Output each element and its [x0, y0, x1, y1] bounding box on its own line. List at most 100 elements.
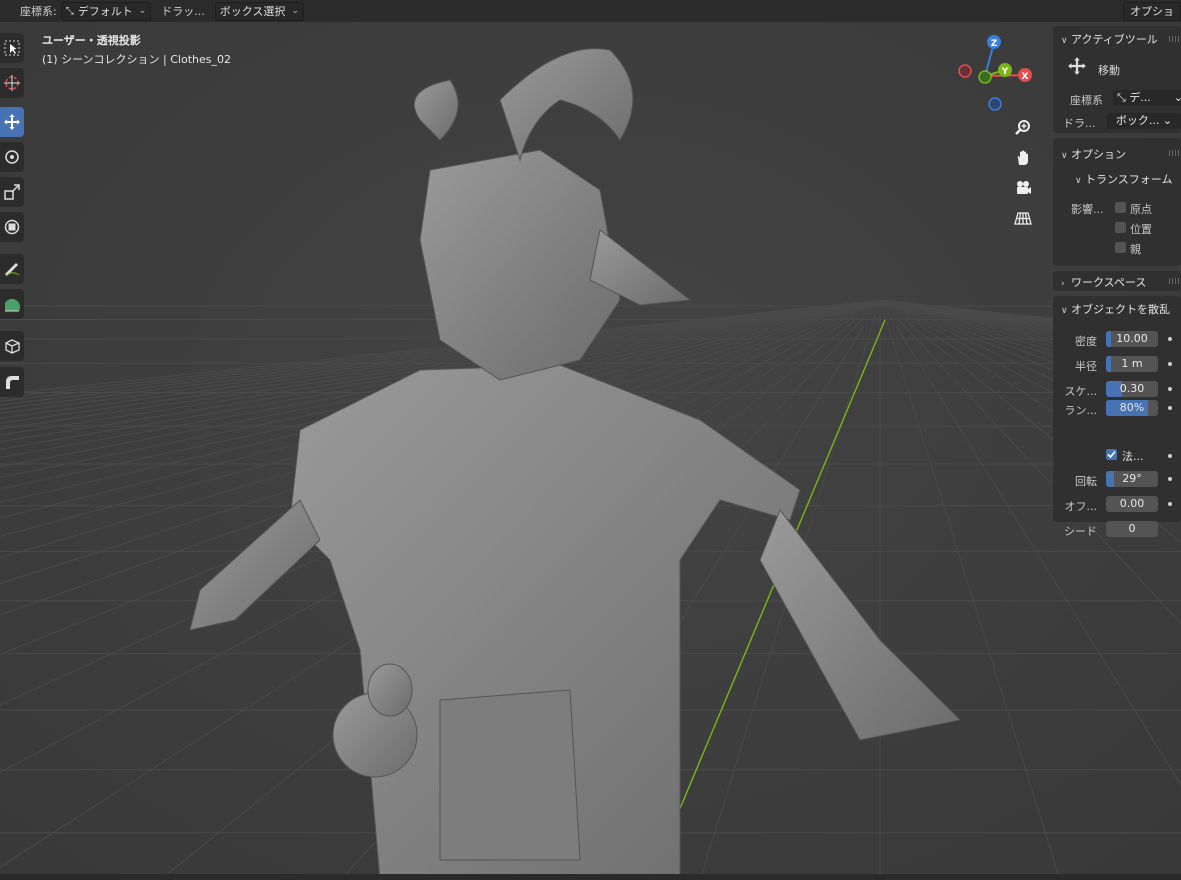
location-checkbox[interactable] — [1115, 222, 1126, 233]
drag-dropdown[interactable]: ボックス選択 ⌄ — [214, 1, 304, 21]
active-tool-panel: ∨ アクティブツール 移動 座標系 ⤡ デ... ⌄ ドラ... ボック... ⌄ — [1053, 26, 1181, 133]
keyframe-dot-icon[interactable] — [1168, 362, 1172, 366]
collection-info: (1) シーンコレクション | Clothes_02 — [42, 53, 231, 66]
neg-x-handle — [958, 64, 972, 78]
x-axis-label: X — [1022, 72, 1029, 82]
transform-header[interactable]: ∨ トランスフォーム — [1075, 171, 1172, 187]
annotate-tool[interactable] — [0, 254, 24, 284]
camera-icon — [1017, 181, 1031, 194]
transform-orientation-icon: ⤡ — [1117, 91, 1130, 104]
extrude-icon — [6, 376, 19, 389]
parent-label: 親 — [1130, 243, 1141, 256]
chevron-down-icon: ∨ — [1061, 36, 1068, 46]
move-icon — [4, 114, 20, 130]
drag-handle-icon[interactable] — [1169, 150, 1179, 156]
coord-system-dropdown[interactable]: ⤡ デ... ⌄ — [1113, 90, 1181, 106]
transform-tool[interactable] — [0, 212, 24, 242]
offset-label: オフ... — [1064, 500, 1098, 513]
y-axis-label: Y — [1001, 67, 1009, 77]
coord-system-label: 座標系 — [1070, 94, 1103, 107]
navigation-gizmo[interactable]: Z Y X — [950, 30, 1040, 120]
chevron-down-icon: ⌄ — [1173, 91, 1181, 104]
density-field[interactable]: 10.00 — [1106, 331, 1158, 347]
transform-orientation-icon: ⤡ — [65, 5, 74, 17]
rotate-icon — [5, 150, 19, 164]
neg-y-handle — [978, 70, 992, 84]
move-icon — [1067, 56, 1087, 79]
ortho-button[interactable] — [1010, 205, 1036, 231]
rotation-field[interactable]: 29° — [1106, 471, 1158, 487]
scatter-header[interactable]: ∨ オブジェクトを散乱 — [1061, 301, 1170, 317]
measure-tool[interactable] — [0, 289, 24, 319]
coord-system-dropdown[interactable]: ⤡ デフォルト ⌄ — [60, 1, 152, 21]
scale-field[interactable]: 0.30 — [1106, 381, 1158, 397]
select-box-tool[interactable] — [0, 33, 24, 63]
normal-checkbox[interactable] — [1106, 449, 1117, 460]
select-box-icon — [4, 40, 20, 56]
add-cube-tool[interactable] — [0, 331, 24, 361]
neg-z-handle — [988, 97, 1002, 111]
density-label: 密度 — [1075, 335, 1097, 348]
chevron-down-icon: ∨ — [1061, 306, 1068, 316]
drag-handle-icon[interactable] — [1169, 278, 1179, 284]
measure-icon — [5, 298, 21, 312]
coord-system-label: 座標系: — [20, 5, 57, 18]
3d-viewport[interactable] — [0, 0, 1181, 880]
zoom-icon — [1015, 120, 1030, 135]
rotation-label: 回転 — [1075, 475, 1097, 488]
options-header[interactable]: ∨ オプション — [1061, 146, 1126, 162]
radius-field[interactable]: 1 m — [1106, 356, 1158, 372]
bottom-edge — [0, 874, 1181, 880]
origin-label: 原点 — [1130, 203, 1152, 216]
affect-label: 影響... — [1071, 203, 1104, 216]
pan-hand-icon — [1017, 150, 1028, 165]
options-panel: ∨ オプション ∨ トランスフォーム 影響... 原点 位置 親 — [1053, 138, 1181, 266]
rotate-tool[interactable] — [0, 142, 24, 172]
drag-value: ボックス選択 — [219, 5, 286, 18]
options-button[interactable]: オプショ — [1123, 2, 1181, 21]
check-icon — [1107, 450, 1116, 459]
active-tool-header[interactable]: ∨ アクティブツール — [1061, 31, 1158, 47]
drag-handle-icon[interactable] — [1169, 36, 1179, 42]
keyframe-dot-icon[interactable] — [1168, 337, 1172, 341]
z-axis-label: Z — [991, 39, 998, 49]
camera-button[interactable] — [1010, 175, 1036, 201]
transform-icon — [4, 219, 20, 235]
radius-label: 半径 — [1075, 360, 1097, 373]
parent-checkbox[interactable] — [1115, 242, 1126, 253]
annotate-icon — [5, 263, 20, 277]
cursor-tool[interactable] — [0, 68, 24, 98]
keyframe-dot-icon[interactable] — [1168, 406, 1172, 410]
chevron-down-icon: ⌄ — [291, 6, 299, 16]
random-label: ラン... — [1064, 404, 1098, 417]
chevron-down-icon: ⌄ — [138, 6, 147, 16]
random-field[interactable]: 80% — [1106, 400, 1158, 416]
chevron-right-icon: › — [1061, 279, 1065, 289]
drag-dropdown[interactable]: ボック... ⌄ — [1107, 113, 1181, 129]
workspace-header[interactable]: › ワークスペース — [1061, 274, 1146, 290]
keyframe-dot-icon[interactable] — [1168, 477, 1172, 481]
keyframe-dot-icon[interactable] — [1168, 387, 1172, 391]
origin-checkbox[interactable] — [1115, 202, 1126, 213]
normal-label: 法... — [1122, 450, 1144, 463]
keyframe-dot-icon[interactable] — [1168, 502, 1172, 506]
extrude-tool[interactable] — [0, 367, 24, 397]
sidebar: ∨ アクティブツール 移動 座標系 ⤡ デ... ⌄ ドラ... ボック... ⌄… — [1053, 22, 1181, 538]
scatter-objects-panel: ∨ オブジェクトを散乱 密度 10.00 半径 1 m スケ... 0.30 ラン… — [1053, 296, 1181, 538]
scale-label: スケ... — [1064, 385, 1098, 398]
scale-icon — [4, 184, 20, 200]
zoom-button[interactable] — [1010, 115, 1036, 141]
rotation-fill — [1106, 471, 1115, 487]
move-tool[interactable] — [0, 107, 24, 137]
keyframe-dot-icon[interactable] — [1168, 454, 1172, 458]
pan-button[interactable] — [1010, 145, 1036, 171]
seed-field[interactable]: 0 — [1106, 521, 1158, 537]
cube-icon — [5, 339, 20, 354]
drag-label: ドラ... — [1063, 117, 1096, 130]
offset-field[interactable]: 0.00 — [1106, 496, 1158, 512]
drag-label: ドラッ... — [161, 5, 205, 18]
cursor-icon — [4, 75, 20, 91]
grid-ortho-icon — [1014, 212, 1032, 225]
tool-header: 座標系: ⤡ デフォルト ⌄ ドラッ... ボックス選択 ⌄ オプショ — [0, 0, 1181, 22]
scale-tool[interactable] — [0, 177, 24, 207]
